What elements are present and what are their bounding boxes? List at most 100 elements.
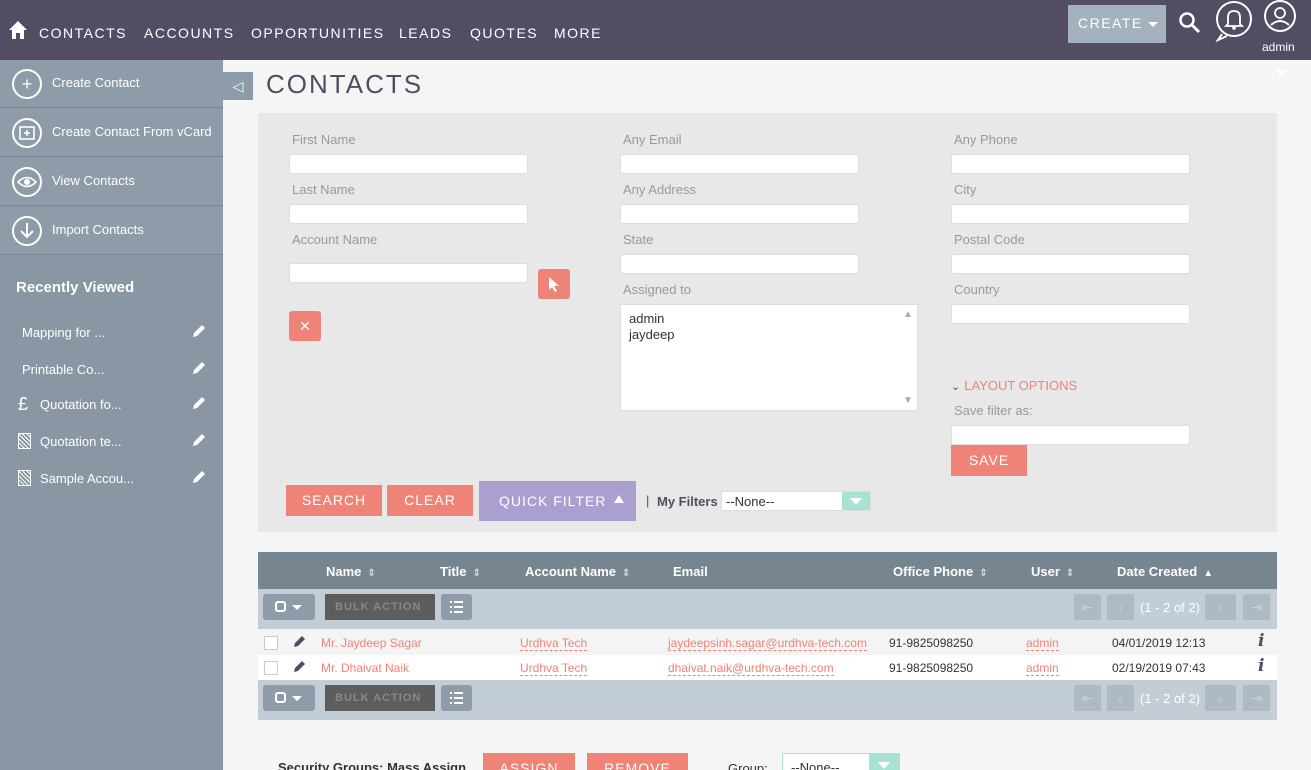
create-button[interactable]: CREATE (1068, 5, 1166, 43)
sidebar-action-create-contact[interactable]: + Create Contact (0, 60, 223, 108)
save-filter-input[interactable] (951, 425, 1190, 445)
column-header-name[interactable]: Name ⇕ (326, 564, 376, 579)
assigned-option[interactable]: admin (629, 311, 909, 327)
postal-code-label: Postal Code (954, 232, 1025, 247)
pencil-icon[interactable] (190, 359, 208, 377)
column-header-email: Email (673, 564, 708, 579)
scroll-down-icon[interactable]: ▼ (903, 395, 913, 406)
my-filters-select[interactable]: --None-- (721, 491, 871, 511)
recent-item[interactable]: Mapping for ... (0, 318, 223, 348)
recent-item[interactable]: £ Quotation fo... (0, 390, 223, 420)
column-chooser-button[interactable] (441, 685, 472, 711)
user-avatar-icon[interactable] (1262, 0, 1298, 36)
first-page-button[interactable]: ⇤ (1074, 685, 1101, 711)
bell-icon[interactable] (1214, 0, 1254, 42)
select-all-dropdown[interactable] (263, 594, 315, 620)
account-clear-button[interactable]: ✕ (289, 311, 321, 341)
column-header-office-phone[interactable]: Office Phone ⇕ (893, 564, 988, 579)
pencil-icon[interactable] (190, 322, 208, 340)
column-chooser-button[interactable] (441, 594, 472, 620)
account-name-label: Account Name (292, 232, 378, 247)
save-filter-button[interactable]: SAVE (951, 445, 1027, 476)
scroll-up-icon[interactable]: ▲ (903, 309, 913, 320)
email-link[interactable]: dhaivat.naik@urdhva-tech.com (668, 661, 834, 676)
next-page-button[interactable]: › (1205, 685, 1236, 711)
info-icon[interactable]: i (1258, 656, 1264, 676)
nav-contacts[interactable]: CONTACTS (39, 25, 127, 41)
last-page-button[interactable]: ⇥ (1243, 594, 1270, 620)
any-phone-input[interactable] (951, 154, 1190, 174)
nav-opportunities[interactable]: OPPORTUNITIES (251, 25, 385, 41)
contact-name-link[interactable]: Mr. Dhaivat Naik (321, 661, 409, 675)
remove-button[interactable]: REMOVE (587, 753, 688, 770)
user-link[interactable]: admin (1026, 661, 1059, 676)
nav-accounts[interactable]: ACCOUNTS (144, 25, 235, 41)
pencil-icon[interactable] (292, 633, 308, 649)
last-name-label: Last Name (292, 182, 355, 197)
pencil-icon[interactable] (190, 394, 208, 412)
column-header-date-created[interactable]: Date Created ▲ (1117, 564, 1213, 579)
account-name-input[interactable] (289, 263, 528, 283)
country-label: Country (954, 282, 1000, 297)
sidebar-action-import-contacts[interactable]: Import Contacts (0, 207, 223, 255)
pencil-icon[interactable] (190, 468, 208, 486)
search-button[interactable]: SEARCH (286, 485, 382, 516)
recent-item[interactable]: Sample Accou... (0, 464, 223, 494)
state-input[interactable] (620, 254, 859, 274)
mass-assign-label: Security Groups: Mass Assign (278, 760, 467, 770)
any-address-label: Any Address (623, 182, 696, 197)
info-icon[interactable]: i (1258, 631, 1264, 651)
plus-circle-icon: + (12, 69, 42, 99)
row-checkbox[interactable] (264, 661, 278, 675)
first-name-input[interactable] (289, 154, 528, 174)
country-input[interactable] (951, 304, 1190, 324)
group-value: --None-- (791, 760, 840, 770)
any-address-input[interactable] (620, 204, 859, 224)
pencil-icon[interactable] (190, 431, 208, 449)
next-page-button[interactable]: › (1205, 594, 1236, 620)
previous-page-button[interactable]: ‹ (1107, 594, 1134, 620)
chevron-down-icon[interactable] (1275, 70, 1287, 76)
account-select-button[interactable] (538, 269, 570, 299)
bulk-action-button[interactable]: BULK ACTION (325, 594, 435, 620)
quick-filter-button[interactable]: QUICK FILTER (479, 481, 636, 521)
nav-quotes[interactable]: QUOTES (470, 25, 538, 41)
postal-code-input[interactable] (951, 254, 1190, 274)
city-input[interactable] (951, 204, 1190, 224)
assign-button[interactable]: ASSIGN (483, 753, 575, 770)
nav-leads[interactable]: LEADS (399, 25, 452, 41)
assigned-to-multiselect[interactable]: admin jaydeep ▲ ▼ (620, 304, 918, 411)
recent-item[interactable]: Quotation te... (0, 427, 223, 457)
filter-panel: First Name Last Name Account Name ✕ Any … (258, 113, 1277, 532)
sidebar-collapse-button[interactable]: ◁ (223, 72, 253, 100)
account-name-link[interactable]: Urdhva Tech (520, 636, 588, 651)
column-header-account-name[interactable]: Account Name ⇕ (525, 564, 630, 579)
group-select[interactable]: --None-- (782, 753, 900, 770)
recent-item[interactable]: Printable Co... (0, 355, 223, 385)
contact-name-link[interactable]: Mr. Jaydeep Sagar (321, 636, 422, 650)
home-icon[interactable] (8, 20, 28, 40)
bulk-action-button[interactable]: BULK ACTION (325, 685, 435, 711)
user-link[interactable]: admin (1026, 636, 1059, 651)
search-icon[interactable] (1178, 11, 1202, 35)
clear-button[interactable]: CLEAR (387, 485, 473, 516)
layout-options-toggle[interactable]: ⌄ LAYOUT OPTIONS (951, 378, 1077, 393)
sidebar-action-create-vcard[interactable]: Create Contact From vCard (0, 109, 223, 157)
sidebar-action-view-contacts[interactable]: View Contacts (0, 158, 223, 206)
last-name-input[interactable] (289, 204, 528, 224)
any-email-input[interactable] (620, 154, 859, 174)
previous-page-button[interactable]: ‹ (1107, 685, 1134, 711)
last-page-button[interactable]: ⇥ (1243, 685, 1270, 711)
pound-icon: £ (18, 394, 29, 414)
email-link[interactable]: jaydeepsinh.sagar@urdhva-tech.com (668, 636, 867, 651)
row-checkbox[interactable] (264, 636, 278, 650)
nav-more[interactable]: MORE (554, 25, 602, 41)
user-label[interactable]: admin (1262, 40, 1295, 54)
column-header-user[interactable]: User ⇕ (1031, 564, 1074, 579)
first-page-button[interactable]: ⇤ (1074, 594, 1101, 620)
assigned-option[interactable]: jaydeep (629, 327, 909, 343)
account-name-link[interactable]: Urdhva Tech (520, 661, 588, 676)
pencil-icon[interactable] (292, 658, 308, 674)
column-header-title[interactable]: Title ⇕ (440, 564, 481, 579)
select-all-dropdown[interactable] (263, 685, 315, 711)
